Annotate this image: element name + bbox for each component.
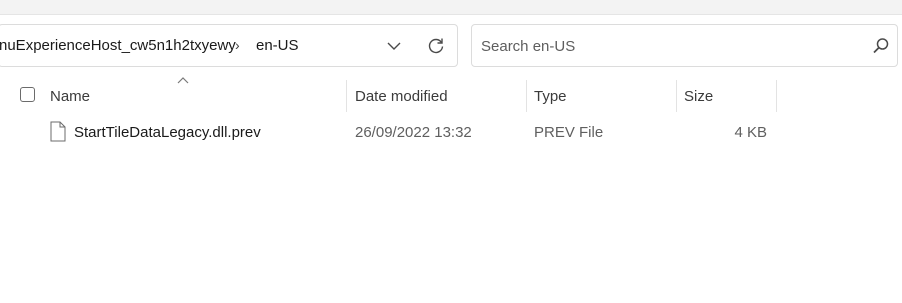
breadcrumb-item-host[interactable]: nuExperienceHost_cw5n1h2txyewy bbox=[0, 37, 236, 54]
refresh-icon bbox=[428, 38, 444, 54]
file-date-modified: 26/09/2022 13:32 bbox=[355, 124, 472, 141]
address-bar[interactable]: nuExperienceHost_cw5n1h2txyewy › en-US bbox=[0, 24, 458, 67]
search-box[interactable] bbox=[471, 24, 898, 67]
column-header-type-label: Type bbox=[534, 87, 567, 105]
refresh-button[interactable] bbox=[424, 34, 448, 58]
column-header-date-label: Date modified bbox=[355, 87, 448, 105]
toolbar-strip bbox=[0, 0, 902, 15]
column-divider[interactable] bbox=[776, 80, 777, 112]
column-header-size-label: Size bbox=[684, 87, 714, 105]
column-header-name[interactable]: Name bbox=[50, 80, 346, 112]
file-row[interactable]: StartTileDataLegacy.dll.prev 26/09/2022 … bbox=[0, 118, 780, 148]
column-divider[interactable] bbox=[526, 80, 527, 112]
breadcrumb-item-en-us[interactable]: en-US bbox=[256, 37, 299, 54]
select-all-checkbox[interactable] bbox=[20, 87, 35, 102]
breadcrumb-separator-icon[interactable]: › bbox=[235, 37, 240, 53]
chevron-down-icon bbox=[387, 42, 401, 50]
file-name[interactable]: StartTileDataLegacy.dll.prev bbox=[74, 124, 261, 141]
address-dropdown-button[interactable] bbox=[383, 35, 405, 57]
file-size: 4 KB bbox=[734, 124, 767, 141]
column-header-type[interactable]: Type bbox=[534, 80, 676, 112]
column-divider[interactable] bbox=[346, 80, 347, 112]
file-icon bbox=[50, 121, 66, 142]
search-icon[interactable] bbox=[872, 37, 890, 55]
column-header-name-label: Name bbox=[50, 87, 91, 105]
column-header-date-modified[interactable]: Date modified bbox=[355, 80, 526, 112]
column-header-size[interactable]: Size bbox=[684, 80, 776, 112]
column-divider[interactable] bbox=[676, 80, 677, 112]
search-input[interactable] bbox=[481, 33, 861, 59]
file-type: PREV File bbox=[534, 124, 604, 141]
